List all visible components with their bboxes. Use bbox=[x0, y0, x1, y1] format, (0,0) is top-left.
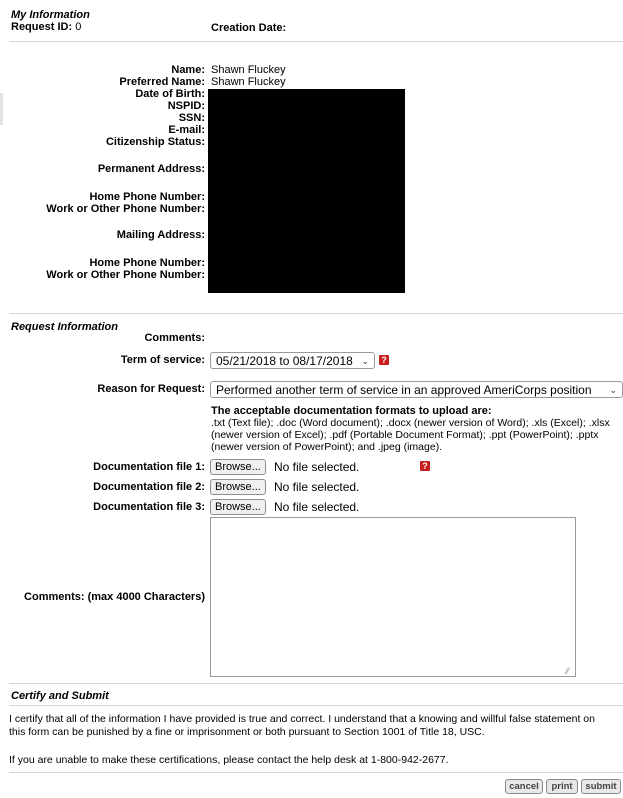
divider bbox=[9, 41, 623, 42]
file-3-status: No file selected. bbox=[274, 500, 360, 514]
mailing-address-label: Mailing Address: bbox=[116, 229, 205, 241]
request-id: Request ID: 0 bbox=[11, 21, 81, 33]
date-of-birth-label: Date of Birth: bbox=[135, 88, 205, 100]
divider bbox=[9, 313, 623, 314]
browse-button-3[interactable]: Browse... bbox=[210, 499, 266, 515]
comments-max-label: Comments: (max 4000 Characters) bbox=[24, 591, 205, 603]
work-phone-label-2: Work or Other Phone Number: bbox=[46, 269, 205, 281]
certification-statement: I certify that all of the information I … bbox=[9, 713, 595, 738]
file-1-status: No file selected. bbox=[274, 460, 360, 474]
chevron-down-icon: ⌄ bbox=[609, 385, 617, 395]
documentation-formats-heading: The acceptable documentation formats to … bbox=[211, 405, 492, 417]
name-label: Name: bbox=[171, 64, 205, 76]
name-value: Shawn Fluckey bbox=[211, 64, 286, 76]
ssn-label: SSN: bbox=[178, 112, 205, 124]
documentation-file-2-label: Documentation file 2: bbox=[93, 481, 205, 493]
request-id-value: 0 bbox=[75, 21, 82, 33]
browse-button-1[interactable]: Browse... bbox=[210, 459, 266, 475]
preferred-name-label: Preferred Name: bbox=[119, 76, 205, 88]
resize-grip-icon[interactable]: ∕∕ bbox=[566, 666, 569, 676]
permanent-address-label: Permanent Address: bbox=[97, 163, 205, 175]
divider bbox=[9, 705, 623, 706]
help-icon[interactable]: ? bbox=[420, 461, 430, 471]
comments-textarea[interactable] bbox=[210, 517, 576, 677]
file-2-status: No file selected. bbox=[274, 480, 360, 494]
submit-button[interactable]: submit bbox=[581, 779, 621, 794]
cancel-button[interactable]: cancel bbox=[505, 779, 543, 794]
home-phone-label: Home Phone Number: bbox=[89, 191, 205, 203]
email-label: E-mail: bbox=[168, 124, 205, 136]
home-phone-label-2: Home Phone Number: bbox=[89, 257, 205, 269]
help-desk-text: If you are unable to make these certific… bbox=[9, 754, 449, 766]
left-edge-marker bbox=[0, 93, 3, 125]
divider bbox=[9, 683, 623, 684]
certify-heading: Certify and Submit bbox=[11, 690, 109, 702]
browse-button-2[interactable]: Browse... bbox=[210, 479, 266, 495]
chevron-down-icon: ⌄ bbox=[361, 356, 369, 366]
nspid-label: NSPID: bbox=[167, 100, 205, 112]
request-id-label: Request ID: bbox=[11, 21, 73, 33]
request-information-heading: Request Information bbox=[11, 321, 118, 333]
preferred-name-value: Shawn Fluckey bbox=[211, 76, 286, 88]
my-information-heading: My Information bbox=[11, 9, 90, 21]
documentation-formats: The acceptable documentation formats to … bbox=[211, 405, 623, 453]
divider bbox=[9, 772, 623, 773]
documentation-file-3-label: Documentation file 3: bbox=[93, 501, 205, 513]
term-of-service-label: Term of service: bbox=[120, 354, 205, 366]
comments-label: Comments: bbox=[144, 332, 205, 344]
help-icon[interactable]: ? bbox=[379, 355, 389, 365]
reason-for-request-value: Performed another term of service in an … bbox=[216, 383, 592, 397]
redacted-block bbox=[208, 89, 405, 293]
reason-for-request-select[interactable]: Performed another term of service in an … bbox=[210, 381, 623, 398]
documentation-file-1-label: Documentation file 1: bbox=[93, 461, 205, 473]
reason-for-request-label: Reason for Request: bbox=[97, 383, 205, 395]
term-of-service-select[interactable]: 05/21/2018 to 08/17/2018 ⌄ bbox=[210, 352, 375, 369]
work-phone-label: Work or Other Phone Number: bbox=[46, 203, 205, 215]
print-button[interactable]: print bbox=[546, 779, 578, 794]
citizenship-status-label: Citizenship Status: bbox=[105, 136, 205, 148]
documentation-formats-text: .txt (Text file); .doc (Word document); … bbox=[211, 417, 610, 453]
creation-date-label: Creation Date: bbox=[211, 22, 287, 34]
term-of-service-value: 05/21/2018 to 08/17/2018 bbox=[216, 354, 353, 368]
